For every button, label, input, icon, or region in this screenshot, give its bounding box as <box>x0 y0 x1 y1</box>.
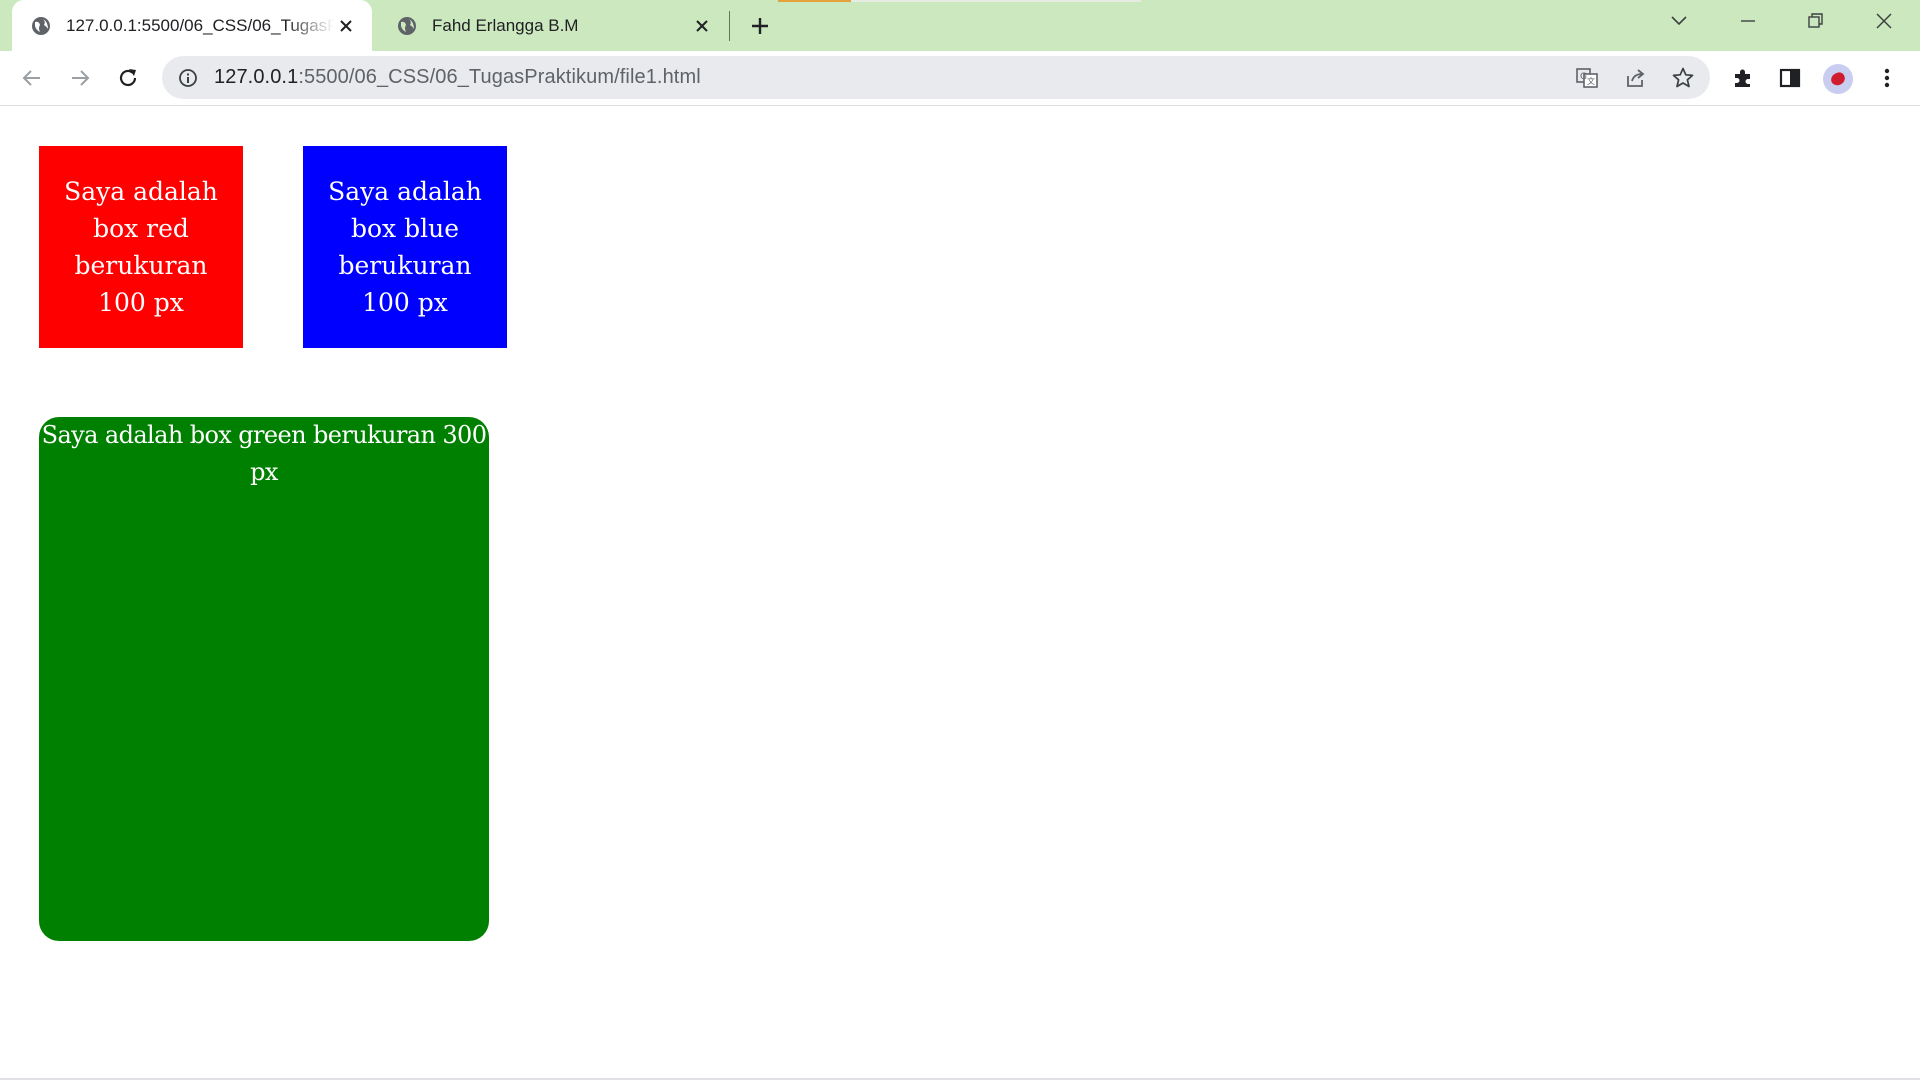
close-window-button[interactable] <box>1850 0 1918 42</box>
globe-icon <box>396 15 418 37</box>
tab-strip: 127.0.0.1:5500/06_CSS/06_TugasPraktikum/… <box>0 0 1920 51</box>
tab-separator <box>729 11 730 41</box>
profile-avatar[interactable] <box>1823 64 1853 94</box>
minimize-button[interactable] <box>1714 0 1782 42</box>
more-vert-icon <box>1884 68 1890 88</box>
tab-strip-accent <box>778 0 851 2</box>
arrow-left-icon <box>22 70 40 86</box>
star-icon <box>1672 67 1694 88</box>
bookmark-button[interactable] <box>1668 63 1698 93</box>
avatar-image <box>1829 70 1847 88</box>
restore-button[interactable] <box>1782 0 1850 42</box>
browser-toolbar: 127.0.0.1:5500/06_CSS/06_TugasPraktikum/… <box>0 51 1920 106</box>
box-red: Saya adalah box red berukuran 100 px <box>39 146 243 348</box>
box-green: Saya adalah box green berukuran 300 px <box>39 417 489 941</box>
svg-text:G: G <box>1580 72 1587 82</box>
tab-active[interactable]: 127.0.0.1:5500/06_CSS/06_TugasPraktikum/… <box>12 0 372 51</box>
arrow-right-icon <box>72 70 90 86</box>
box-blue: Saya adalah box blue berukuran 100 px <box>303 146 507 348</box>
address-path: :5500/06_CSS/06_TugasPraktikum/file1.htm… <box>298 66 701 88</box>
translate-button[interactable]: G文 <box>1572 63 1602 93</box>
translate-icon: G文 <box>1576 68 1598 88</box>
tab-title: 127.0.0.1:5500/06_CSS/06_TugasPraktikum/… <box>66 15 334 35</box>
share-button[interactable] <box>1621 63 1651 93</box>
reload-icon <box>119 69 137 87</box>
address-url: 127.0.0.1:5500/06_CSS/06_TugasPraktikum/… <box>214 56 701 99</box>
close-icon[interactable] <box>334 14 358 38</box>
restore-icon <box>1808 13 1823 28</box>
close-icon[interactable] <box>690 14 714 38</box>
menu-button[interactable] <box>1869 60 1905 96</box>
close-icon <box>1876 13 1892 29</box>
side-panel-icon <box>1779 68 1801 88</box>
tab-title: Fahd Erlangga B.M <box>432 15 579 35</box>
forward-button[interactable] <box>62 60 98 96</box>
puzzle-icon <box>1735 69 1750 87</box>
reload-button[interactable] <box>110 60 146 96</box>
address-host: 127.0.0.1 <box>214 66 299 88</box>
box-blue-text: Saya adalah box blue berukuran 100 px <box>328 177 482 317</box>
share-icon <box>1627 69 1645 87</box>
new-tab-button[interactable] <box>745 11 775 41</box>
info-icon[interactable] <box>176 66 200 90</box>
chevron-down-icon <box>1671 16 1687 26</box>
page-viewport: Saya adalah box red berukuran 100 px Say… <box>0 106 1920 1078</box>
plus-icon <box>752 18 768 34</box>
svg-text:文: 文 <box>1587 76 1595 86</box>
address-bar[interactable]: 127.0.0.1:5500/06_CSS/06_TugasPraktikum/… <box>162 56 1710 99</box>
back-button[interactable] <box>14 60 50 96</box>
globe-icon <box>30 15 52 37</box>
box-green-text: Saya adalah box green berukuran 300 px <box>41 421 487 486</box>
extensions-button[interactable] <box>1725 60 1761 96</box>
tab-search-button[interactable] <box>1645 0 1713 42</box>
tab-strip-accent-track <box>851 0 1141 2</box>
tab-inactive[interactable]: Fahd Erlangga B.M <box>378 0 728 51</box>
minimize-icon <box>1741 20 1755 22</box>
side-panel-button[interactable] <box>1772 60 1808 96</box>
box-red-text: Saya adalah box red berukuran 100 px <box>64 177 218 317</box>
